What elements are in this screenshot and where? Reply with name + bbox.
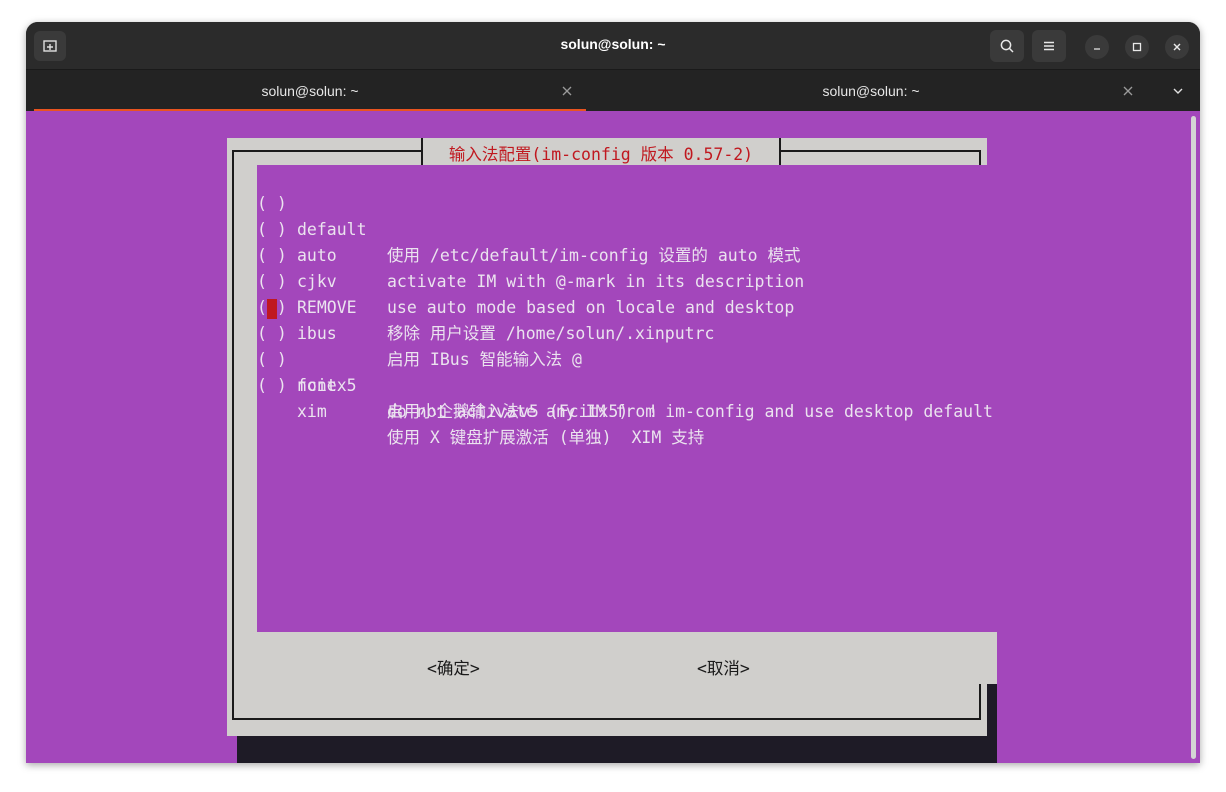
tab-close-icon xyxy=(1123,86,1133,96)
ok-button[interactable]: <确定> xyxy=(427,655,480,679)
maximize-icon xyxy=(1132,42,1142,52)
list-item-ibus[interactable]: ( ) ibus 启用 IBus 智能输入法 @ xyxy=(257,269,997,369)
item-description: do not activate any IM from im-config an… xyxy=(387,402,993,421)
search-button[interactable] xyxy=(990,30,1024,62)
item-description: 使用 X 键盘扩展激活 (单独) XIM 支持 xyxy=(387,428,705,447)
list-item-xim[interactable]: ( ) xim 使用 X 键盘扩展激活 (单独) XIM 支持 xyxy=(257,347,997,447)
tab-1-label: solun@solun: ~ xyxy=(261,83,359,99)
dialog-shadow xyxy=(237,736,997,763)
tab-close-icon xyxy=(562,86,572,96)
minimize-button[interactable] xyxy=(1085,35,1109,59)
chevron-down-icon xyxy=(1173,88,1183,94)
close-button[interactable] xyxy=(1165,35,1189,59)
search-icon xyxy=(1000,39,1014,53)
list-item-default[interactable]: ( ) default 使用 /etc/default/im-config 设置… xyxy=(257,165,997,265)
menu-button[interactable] xyxy=(1032,30,1066,62)
item-name: xim xyxy=(297,402,327,421)
scrollbar[interactable] xyxy=(1191,116,1196,759)
list-item-cjkv[interactable]: ( ) cjkv use auto mode based on locale a… xyxy=(257,217,997,317)
list-item-auto[interactable]: ( ) auto activate IM with @-mark in its … xyxy=(257,191,997,291)
title-bar: solun@solun: ~ xyxy=(26,22,1200,69)
tab-1-close-button[interactable] xyxy=(559,83,575,99)
close-icon xyxy=(1173,43,1181,51)
minimize-icon xyxy=(1094,48,1100,50)
terminal-window: solun@solun: ~ solun@solun: ~ solun@solu… xyxy=(26,22,1200,763)
tab-2-label: solun@solun: ~ xyxy=(822,83,920,99)
input-method-list: ( ) default 使用 /etc/default/im-config 设置… xyxy=(257,165,997,632)
tab-bar: solun@solun: ~ solun@solun: ~ xyxy=(26,69,1200,112)
tabs-dropdown-button[interactable] xyxy=(1170,83,1186,99)
list-item-remove[interactable]: ( ) REMOVE 移除 用户设置 /home/solun/.xinputrc xyxy=(257,243,997,343)
text-cursor xyxy=(267,299,277,319)
tab-1[interactable]: solun@solun: ~ xyxy=(34,70,586,112)
list-item-fcitx5[interactable]: ( ) fcitx5 启用小企鹅输入法v5 (Fcitx5) ! xyxy=(257,295,997,421)
list-item-none[interactable]: ( ) none do not activate any IM from im-… xyxy=(257,321,997,421)
radio-mark: ( ) xyxy=(257,376,287,395)
tab-2[interactable]: solun@solun: ~ xyxy=(591,70,1151,112)
terminal-area[interactable]: 输入法配置(im-config 版本 0.57-2) ( ) default 使… xyxy=(26,111,1200,763)
maximize-button[interactable] xyxy=(1125,35,1149,59)
dialog-buttons: <确定> <取消> xyxy=(257,632,997,684)
dialog-shadow xyxy=(987,684,997,736)
tab-2-close-button[interactable] xyxy=(1120,83,1136,99)
cancel-button[interactable]: <取消> xyxy=(697,655,750,679)
im-config-dialog: 输入法配置(im-config 版本 0.57-2) ( ) default 使… xyxy=(227,138,997,736)
hamburger-menu-icon xyxy=(1044,41,1054,51)
dialog-title: 输入法配置(im-config 版本 0.57-2) xyxy=(448,145,754,164)
